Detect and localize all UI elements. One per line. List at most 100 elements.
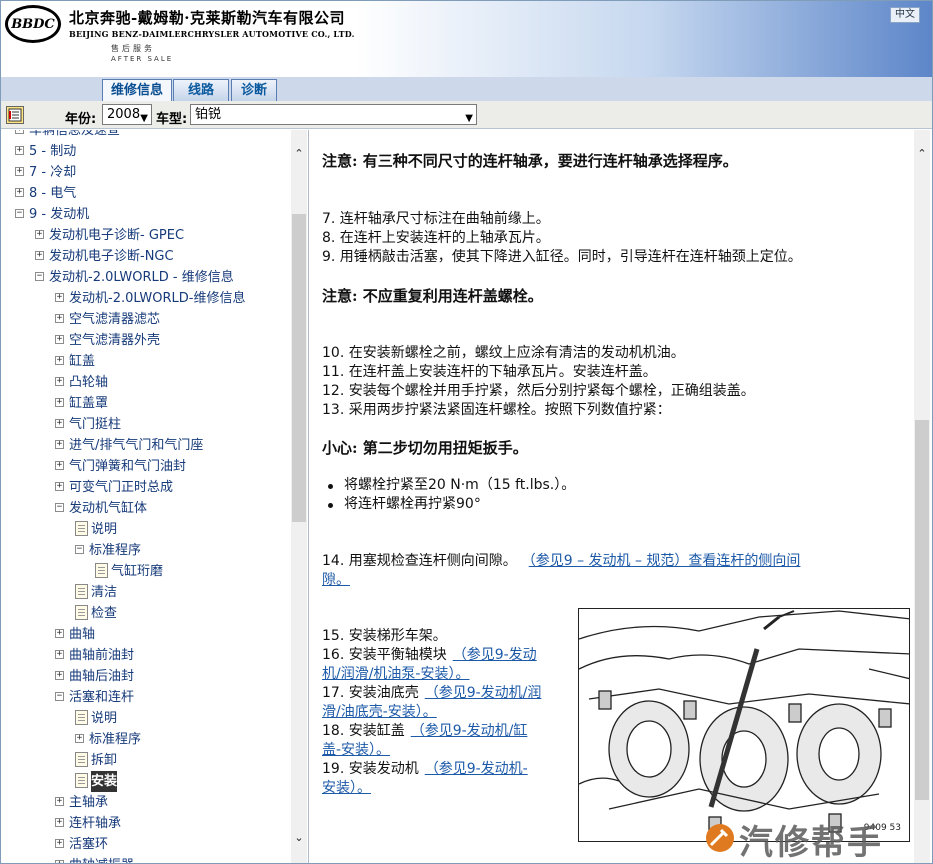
link-cylinder-head[interactable]: （参见9-发动机/缸 [411, 723, 528, 739]
tree-item[interactable]: 检查 [1, 603, 289, 624]
expand-icon[interactable]: + [15, 167, 24, 176]
link-engine-install[interactable]: （参见9-发动机- [425, 761, 528, 777]
collapse-icon[interactable]: − [15, 209, 24, 218]
tree-item[interactable]: + 发动机电子诊断-NGC [1, 246, 289, 267]
link-oil-pan[interactable]: （参见9-发动机/润 [425, 685, 542, 701]
tree-item[interactable]: +5 - 制动 [1, 141, 289, 162]
model-select[interactable]: 铂锐 ▼ [190, 104, 477, 125]
tree-item[interactable]: + 进气/排气气门和气门座 [1, 435, 289, 456]
tab-diagnostics[interactable]: 诊断 [231, 79, 277, 101]
expand-icon[interactable]: + [55, 314, 64, 323]
tree-item[interactable]: +8 - 电气 [1, 183, 289, 204]
step-18-text: 18. 安装缸盖 [322, 723, 405, 739]
year-label: 年份: [65, 112, 97, 127]
expand-icon[interactable]: + [35, 251, 44, 260]
tree-item[interactable]: + 主轴承 [1, 792, 289, 813]
tree-item-label: 检查 [91, 606, 118, 621]
tree-item[interactable]: − 发动机气缸体 [1, 498, 289, 519]
expand-icon[interactable]: + [55, 419, 64, 428]
link-spec-side-clearance[interactable]: （参见9 – 发动机 – 规范）查看连杆的侧向间 [529, 553, 801, 569]
collapse-icon[interactable]: − [75, 545, 84, 554]
link-balance-shaft[interactable]: （参见9-发动 [453, 647, 537, 663]
expand-icon[interactable]: + [55, 860, 64, 863]
link-engine-install-cont[interactable]: 安装）。 [322, 780, 371, 796]
caution-torque-wrench: 小心: 第二步切勿用扭矩扳手。 [322, 439, 528, 457]
tree-item[interactable]: 拆卸 [1, 750, 289, 771]
expand-icon[interactable]: + [75, 734, 84, 743]
scroll-up-icon[interactable]: ⌃ [914, 146, 930, 162]
expand-icon[interactable]: + [55, 398, 64, 407]
expand-icon[interactable]: + [55, 356, 64, 365]
tree-item[interactable]: 气缸珩磨 [1, 561, 289, 582]
expand-icon[interactable]: + [55, 629, 64, 638]
tree-item[interactable]: + 发动机-2.0LWORLD-维修信息 [1, 288, 289, 309]
tree-item[interactable]: + 缸盖 [1, 351, 289, 372]
expand-icon[interactable]: + [55, 671, 64, 680]
scroll-thumb[interactable] [292, 214, 306, 522]
tree-scrollbar[interactable]: ⌃ ⌄ [291, 130, 307, 863]
tree-item[interactable]: + 车辆信息及速查 [1, 130, 289, 141]
tree-item[interactable]: + 空气滤清器滤芯 [1, 309, 289, 330]
tree-item[interactable]: + 连杆轴承 [1, 813, 289, 834]
expand-icon[interactable]: + [55, 818, 64, 827]
link-spec-side-clearance-cont[interactable]: 隙。 [322, 572, 350, 588]
tree-item[interactable]: + 曲轴前油封 [1, 645, 289, 666]
chevron-down-icon: ▼ [465, 113, 473, 124]
language-button[interactable]: 中文 [890, 7, 920, 23]
expand-icon[interactable]: + [15, 130, 24, 134]
expand-icon[interactable]: + [55, 650, 64, 659]
collapse-icon[interactable]: − [35, 272, 44, 281]
tree-item[interactable]: + 活塞环 [1, 834, 289, 855]
tree-item[interactable]: + 曲轴后油封 [1, 666, 289, 687]
tree-item[interactable]: − 发动机-2.0LWORLD - 维修信息 [1, 267, 289, 288]
tree-item[interactable]: + 缸盖罩 [1, 393, 289, 414]
tree-item[interactable]: + 可变气门正时总成 [1, 477, 289, 498]
tree-item-label: 气门挺柱 [69, 417, 122, 432]
tree-item[interactable]: 说明 [1, 708, 289, 729]
tree-item[interactable]: + 气门弹簧和气门油封 [1, 456, 289, 477]
collapse-icon[interactable]: − [55, 503, 64, 512]
expand-icon[interactable]: + [55, 839, 64, 848]
tree-item[interactable]: + 曲轴减振器 [1, 855, 289, 863]
expand-icon[interactable]: + [55, 377, 64, 386]
tree-item[interactable]: −9 - 发动机 [1, 204, 289, 225]
tab-repair-info[interactable]: 维修信息 [102, 79, 172, 101]
tree-item[interactable]: + 凸轮轴 [1, 372, 289, 393]
link-oil-pan-cont[interactable]: 滑/油底壳-安装）。 [322, 704, 437, 720]
tree-item[interactable]: + 发动机电子诊断- GPEC [1, 225, 289, 246]
expand-icon[interactable]: + [55, 440, 64, 449]
expand-icon[interactable]: + [55, 482, 64, 491]
expand-icon[interactable]: + [55, 461, 64, 470]
expand-icon[interactable]: + [55, 335, 64, 344]
tree-item[interactable]: − 活塞和连杆 [1, 687, 289, 708]
expand-icon[interactable]: + [55, 293, 64, 302]
expand-icon[interactable]: + [15, 188, 24, 197]
expand-icon[interactable]: + [15, 146, 24, 155]
document-icon [75, 521, 88, 536]
tree-item[interactable]: 安装 [1, 771, 289, 792]
tree-item[interactable]: 说明 [1, 519, 289, 540]
tree-item-label: 发动机电子诊断-NGC [49, 249, 174, 264]
scroll-thumb[interactable] [915, 420, 929, 800]
tree-item[interactable]: +7 - 冷却 [1, 162, 289, 183]
scroll-up-icon[interactable]: ⌃ [291, 146, 307, 162]
tree-item[interactable]: 清洁 [1, 582, 289, 603]
tree-item-label: 拆卸 [91, 753, 118, 768]
tree-item-label: 曲轴后油封 [69, 669, 135, 684]
expand-icon[interactable]: + [35, 230, 44, 239]
collapse-icon[interactable]: − [55, 692, 64, 701]
scroll-down-icon[interactable]: ⌄ [291, 830, 307, 846]
link-cylinder-head-cont[interactable]: 盖-安装）。 [322, 742, 390, 758]
tree-item[interactable]: + 气门挺柱 [1, 414, 289, 435]
expand-icon[interactable]: + [55, 797, 64, 806]
link-balance-shaft-cont[interactable]: 机/润滑/机油泵-安装）。 [322, 666, 470, 682]
year-select[interactable]: 2008 ▼ [102, 104, 152, 125]
content-scrollbar[interactable]: ⌃ [914, 130, 930, 863]
tree-toggle-icon[interactable] [6, 106, 24, 124]
tree-item[interactable]: − 标准程序 [1, 540, 289, 561]
tree-item[interactable]: + 空气滤清器外壳 [1, 330, 289, 351]
tree-item[interactable]: + 曲轴 [1, 624, 289, 645]
tree-item[interactable]: + 标准程序 [1, 729, 289, 750]
tab-wiring[interactable]: 线路 [173, 79, 229, 101]
company-name-en: BEIJING BENZ-DAIMLERCHRYSLER AUTOMOTIVE … [69, 29, 355, 39]
